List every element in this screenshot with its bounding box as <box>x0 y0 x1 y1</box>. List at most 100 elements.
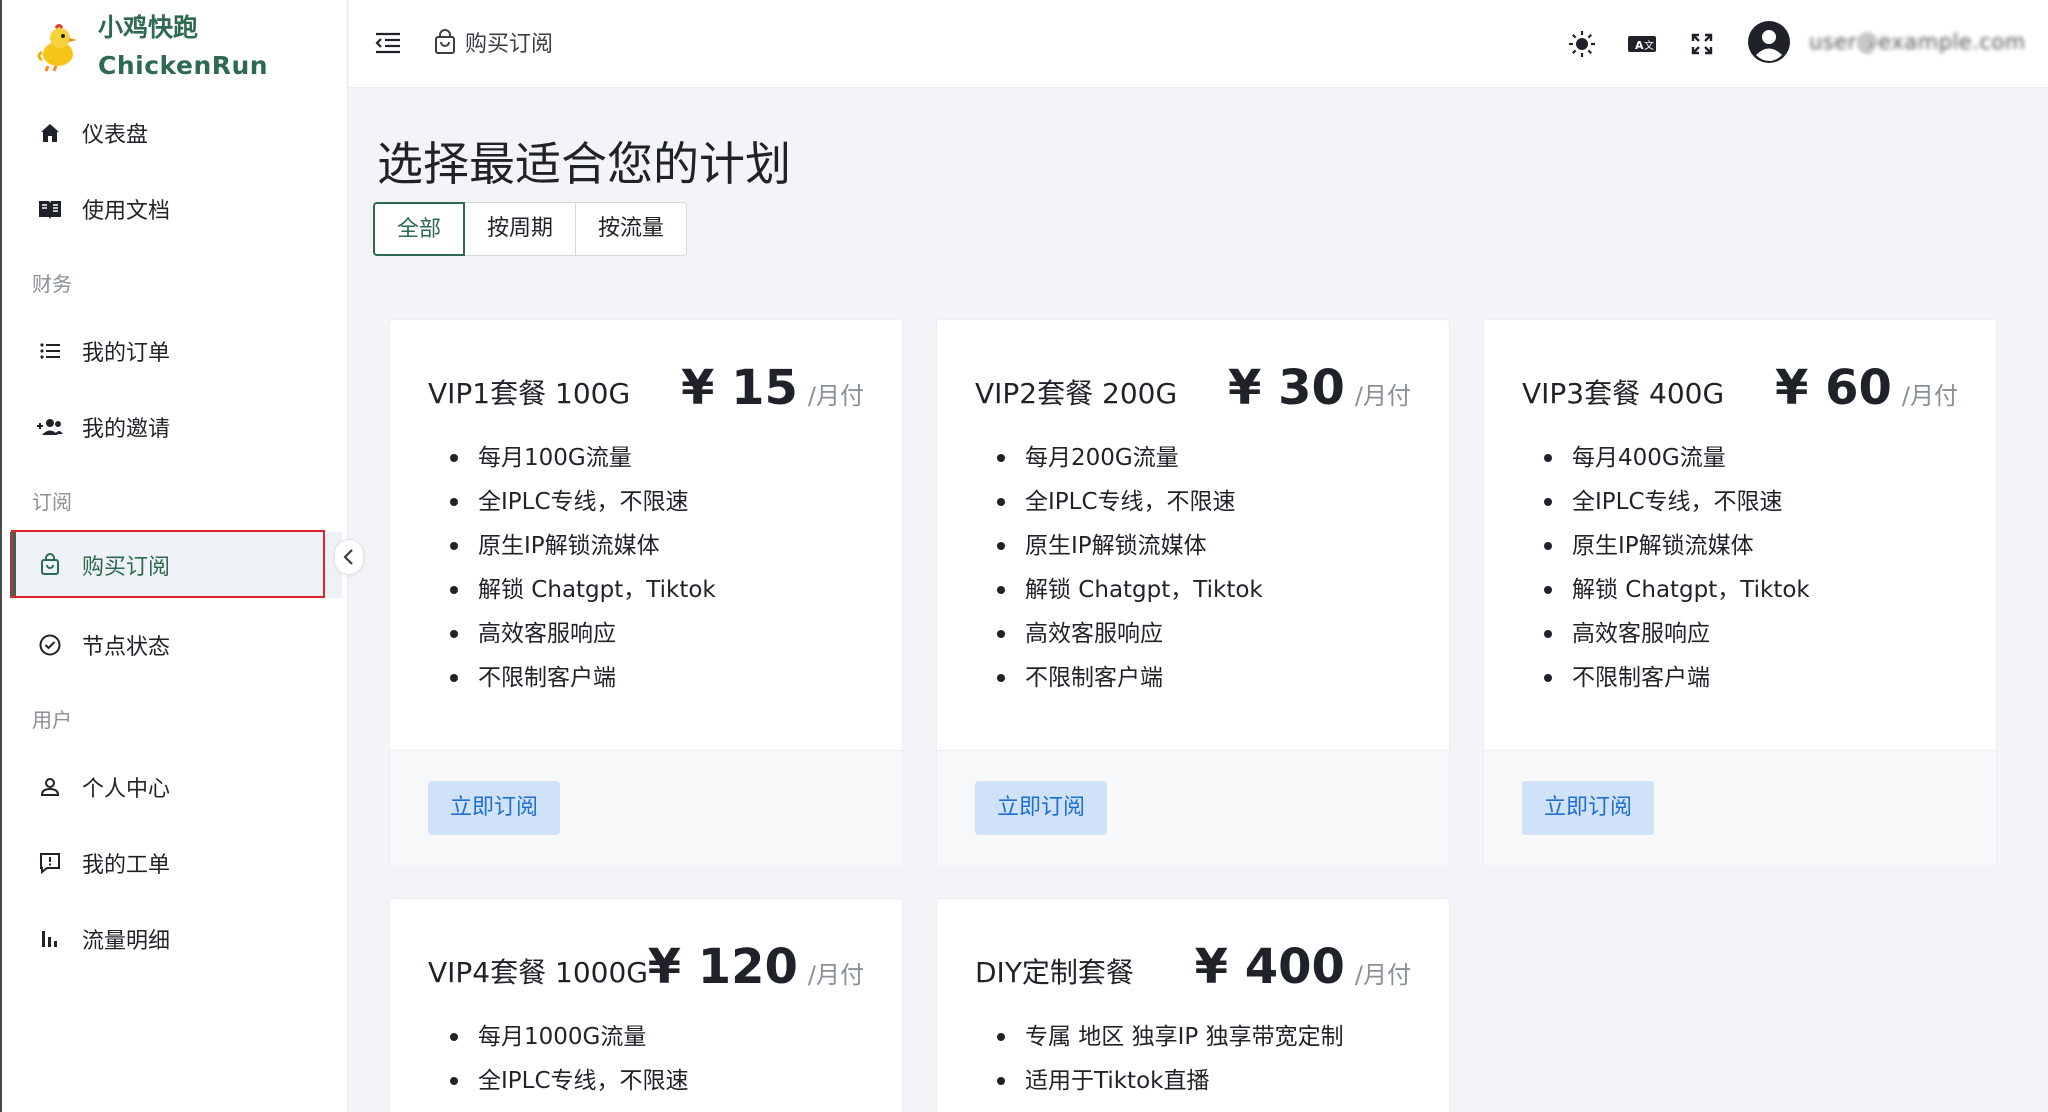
translate-icon[interactable]: A文 <box>1626 28 1658 60</box>
svg-text:文: 文 <box>1644 39 1654 52</box>
price-row: ¥ 30 /月付 <box>1228 360 1411 416</box>
plan-name: VIP3套餐 400G <box>1522 377 1725 410</box>
feature-item: 解锁 Chatgpt，Tiktok <box>450 568 716 612</box>
subscribe-button[interactable]: 立即订阅 <box>975 781 1108 835</box>
feature-item: 每月1000G流量 <box>450 1015 689 1059</box>
plan-name: DIY定制套餐 <box>975 956 1134 989</box>
people-icon <box>36 413 64 441</box>
section-label-finance: 财务 <box>32 272 72 296</box>
breadcrumb: 购买订阅 <box>433 26 553 58</box>
feature-item: 全IPLC专线，不限速 <box>450 1059 689 1103</box>
tab-by-period[interactable]: 按周期 <box>464 202 577 256</box>
sidebar-item-dashboard[interactable]: 仪表盘 <box>10 100 342 166</box>
brand[interactable]: 小鸡快跑 ChickenRun <box>34 10 268 84</box>
plan-price: ¥ 400 <box>1194 939 1345 995</box>
sidebar-item-buy-subscription[interactable]: 购买订阅 <box>10 532 342 598</box>
top-header: 购买订阅 A文 user@example.com <box>349 0 2048 88</box>
menu-toggle-icon[interactable] <box>373 28 403 58</box>
svg-text:A: A <box>1635 39 1644 52</box>
feature-item: 不限制客户端 <box>450 656 716 700</box>
home-icon <box>36 119 64 147</box>
tab-all[interactable]: 全部 <box>373 202 466 256</box>
plan-card-diy: DIY定制套餐 ¥ 400 /月付 专属 地区 独享IP 独享带宽定制 适用于T… <box>936 898 1450 1112</box>
card-footer: 立即订阅 <box>1484 750 1996 866</box>
feature-list: 每月1000G流量 全IPLC专线，不限速 <box>450 1015 689 1103</box>
plan-price: ¥ 60 <box>1775 360 1892 416</box>
chicken-logo-icon <box>37 24 77 72</box>
feature-item: 原生IP解锁流媒体 <box>997 524 1263 568</box>
subscribe-button[interactable]: 立即订阅 <box>428 781 561 835</box>
plan-price: ¥ 30 <box>1228 360 1345 416</box>
tab-by-traffic[interactable]: 按流量 <box>575 202 688 256</box>
feature-item: 原生IP解锁流媒体 <box>1544 524 1810 568</box>
plan-card-vip4: VIP4套餐 1000G ¥ 120 /月付 每月1000G流量 全IPLC专线… <box>389 898 903 1112</box>
price-row: ¥ 120 /月付 <box>648 939 864 995</box>
sidebar-item-orders[interactable]: 我的订单 <box>10 318 342 384</box>
sidebar-collapse-button[interactable] <box>334 539 364 575</box>
bag-icon <box>435 29 455 54</box>
sidebar-item-traffic[interactable]: 流量明细 <box>10 906 342 972</box>
feature-item: 全IPLC专线，不限速 <box>997 480 1263 524</box>
plan-card-vip2: VIP2套餐 200G ¥ 30 /月付 每月200G流量 全IPLC专线，不限… <box>936 319 1450 866</box>
book-icon <box>36 195 64 223</box>
price-row: ¥ 60 /月付 <box>1775 360 1958 416</box>
plan-price: ¥ 120 <box>647 939 798 995</box>
plan-period: /月付 <box>807 961 864 989</box>
bag-icon <box>36 551 64 579</box>
theme-sun-icon[interactable] <box>1566 28 1598 60</box>
feature-item: 不限制客户端 <box>1544 656 1810 700</box>
check-circle-icon <box>36 631 64 659</box>
plan-filter-tabs: 全部 按周期 按流量 <box>373 202 688 256</box>
price-row: ¥ 15 /月付 <box>681 360 864 416</box>
feature-item: 高效客服响应 <box>1544 612 1810 656</box>
feature-item: 高效客服响应 <box>997 612 1263 656</box>
ticket-icon <box>36 849 64 877</box>
plan-price: ¥ 15 <box>681 360 798 416</box>
list-icon <box>36 337 64 365</box>
brand-name-cn: 小鸡快跑 <box>98 13 199 42</box>
plan-card-vip3: VIP3套餐 400G ¥ 60 /月付 每月400G流量 全IPLC专线，不限… <box>1483 319 1997 866</box>
fullscreen-icon[interactable] <box>1686 28 1718 60</box>
user-icon <box>36 773 64 801</box>
bar-chart-icon <box>36 925 64 953</box>
sidebar-item-label: 我的邀请 <box>82 417 171 442</box>
feature-item: 高效客服响应 <box>450 612 716 656</box>
sidebar-item-label: 购买订阅 <box>82 555 171 580</box>
sidebar-item-label: 使用文档 <box>82 199 171 224</box>
feature-item: 专属 地区 独享IP 独享带宽定制 <box>997 1015 1344 1059</box>
plan-name: VIP2套餐 200G <box>975 377 1178 410</box>
feature-list: 每月100G流量 全IPLC专线，不限速 原生IP解锁流媒体 解锁 Chatgp… <box>450 436 716 700</box>
plan-name: VIP1套餐 100G <box>428 377 631 410</box>
sidebar-item-docs[interactable]: 使用文档 <box>10 176 342 242</box>
plan-period: /月付 <box>807 382 864 410</box>
sidebar-item-label: 我的工单 <box>82 853 171 878</box>
sidebar-item-label: 我的订单 <box>82 341 171 366</box>
feature-list: 每月400G流量 全IPLC专线，不限速 原生IP解锁流媒体 解锁 Chatgp… <box>1544 436 1810 700</box>
sidebar-item-invites[interactable]: 我的邀请 <box>10 394 342 460</box>
avatar-icon[interactable] <box>1747 20 1791 64</box>
sidebar-item-label: 节点状态 <box>82 635 171 660</box>
card-footer: 立即订阅 <box>937 750 1449 866</box>
feature-item: 适用于Tiktok直播 <box>997 1059 1344 1103</box>
sidebar-item-tickets[interactable]: 我的工单 <box>10 830 342 896</box>
feature-item: 每月100G流量 <box>450 436 716 480</box>
price-row: ¥ 400 /月付 <box>1195 939 1411 995</box>
sidebar-item-label: 个人中心 <box>82 777 171 802</box>
username[interactable]: user@example.com <box>1809 30 2026 54</box>
sidebar-item-profile[interactable]: 个人中心 <box>10 754 342 820</box>
sidebar-item-node-status[interactable]: 节点状态 <box>10 612 342 678</box>
feature-item: 全IPLC专线，不限速 <box>450 480 716 524</box>
feature-item: 全IPLC专线，不限速 <box>1544 480 1810 524</box>
section-label-subscription: 订阅 <box>32 490 72 514</box>
feature-item: 原生IP解锁流媒体 <box>450 524 716 568</box>
brand-name-en: ChickenRun <box>98 51 269 80</box>
sidebar: 小鸡快跑 ChickenRun 仪表盘 使用文档 财务 我的订单 我的邀请 订阅 <box>0 0 348 1112</box>
plan-period: /月付 <box>1354 961 1411 989</box>
feature-item: 解锁 Chatgpt，Tiktok <box>997 568 1263 612</box>
feature-item: 每月200G流量 <box>997 436 1263 480</box>
plan-name: VIP4套餐 1000G <box>428 956 648 989</box>
feature-item: 不限制客户端 <box>997 656 1263 700</box>
chevron-left-icon <box>343 549 353 565</box>
subscribe-button[interactable]: 立即订阅 <box>1522 781 1655 835</box>
card-footer: 立即订阅 <box>390 750 902 866</box>
